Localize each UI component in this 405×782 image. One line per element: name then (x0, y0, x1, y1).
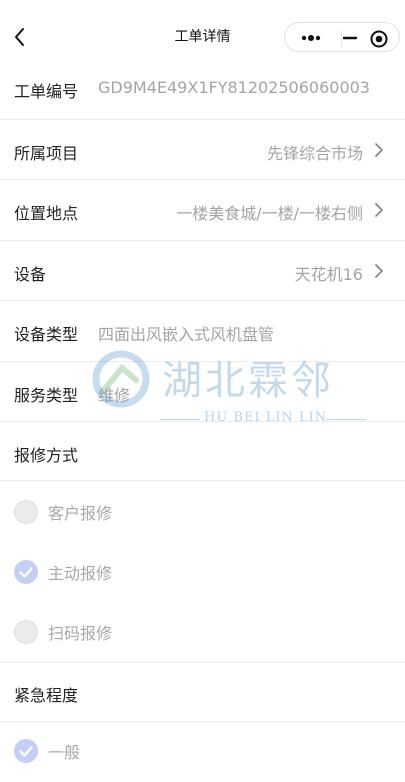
field-value-device-type: 四面出风嵌入式风机盘管 (98, 325, 275, 344)
section-header-repair-method: 报修方式 (0, 422, 405, 481)
field-value-project: 先锋综合市场 (266, 144, 363, 163)
field-value-service-type: 维修 (98, 386, 131, 405)
radio-unchecked-icon[interactable] (14, 500, 38, 524)
field-label: 位置地点 (14, 204, 79, 223)
field-label: 设备类型 (14, 325, 79, 344)
radio-option-scan-repair[interactable]: 扫码报修 (0, 602, 405, 662)
radio-checked-icon[interactable] (14, 739, 38, 763)
radio-checked-icon[interactable] (14, 560, 38, 584)
field-row-location[interactable]: 位置地点 一楼美食城/一楼/一楼右侧 (0, 180, 405, 241)
field-row-order-number: 工单编号 GD9M4E49X1FY81202506060003 (0, 58, 405, 120)
radio-label: 客户报修 (48, 504, 113, 523)
radio-label: 一般 (48, 743, 81, 762)
field-label: 工单编号 (14, 82, 79, 101)
radio-label: 主动报修 (48, 564, 113, 583)
section-label: 紧急程度 (14, 686, 79, 705)
radio-option-customer-repair[interactable]: 客户报修 (0, 482, 405, 542)
chevron-right-icon (375, 143, 383, 157)
field-label: 所属项目 (14, 144, 79, 163)
target-circle-icon[interactable] (368, 28, 390, 50)
checkmark-icon (19, 746, 33, 757)
radio-option-proactive-repair[interactable]: 主动报修 (0, 542, 405, 602)
field-row-device[interactable]: 设备 天花机16 (0, 241, 405, 301)
radio-label: 扫码报修 (48, 624, 113, 643)
section-header-urgency: 紧急程度 (0, 662, 405, 722)
checkmark-icon (19, 567, 33, 578)
field-row-project[interactable]: 所属项目 先锋综合市场 (0, 120, 405, 180)
more-dots-icon[interactable] (297, 29, 327, 47)
field-value-order-number: GD9M4E49X1FY81202506060003 (98, 78, 370, 97)
radio-unchecked-icon[interactable] (14, 620, 38, 644)
field-label: 设备 (14, 265, 47, 284)
field-row-service-type: 服务类型 维修 (0, 362, 405, 422)
field-row-device-type: 设备类型 四面出风嵌入式风机盘管 (0, 301, 405, 362)
field-value-location: 一楼美食城/一楼/一楼右侧 (176, 204, 363, 223)
field-value-device: 天花机16 (294, 265, 363, 284)
chevron-right-icon (375, 203, 383, 217)
radio-option-normal[interactable]: 一般 (0, 722, 405, 782)
minimize-icon[interactable] (335, 29, 365, 47)
mini-program-capsule (284, 22, 400, 52)
section-label: 报修方式 (14, 446, 79, 465)
chevron-right-icon (375, 264, 383, 278)
field-label: 服务类型 (14, 386, 79, 405)
